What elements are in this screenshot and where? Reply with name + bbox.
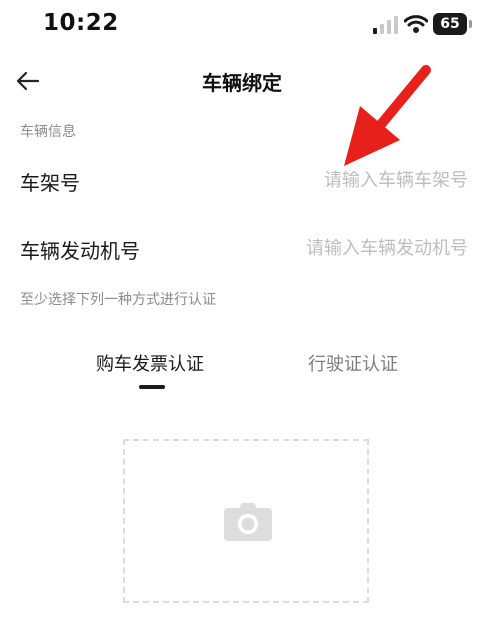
engine-number-input[interactable] xyxy=(218,232,468,264)
engine-number-row: 车辆发动机号 xyxy=(0,226,484,270)
photo-upload-area[interactable] xyxy=(123,439,369,603)
active-tab-indicator xyxy=(139,385,165,389)
verify-tabs: 购车发票认证 行驶证认证 xyxy=(0,340,484,392)
engine-number-label: 车辆发动机号 xyxy=(20,239,140,263)
status-bar: 10:22 65 xyxy=(0,0,484,52)
nav-bar: 车辆绑定 xyxy=(0,52,484,112)
signal-icon xyxy=(373,16,398,34)
frame-number-label: 车架号 xyxy=(20,171,80,195)
verify-method-label: 至少选择下列一种方式进行认证 xyxy=(20,292,216,308)
battery-icon: 65 xyxy=(433,13,473,35)
wifi-icon xyxy=(404,15,428,33)
tab-license-verification[interactable]: 行驶证认证 xyxy=(308,350,398,376)
frame-number-input[interactable] xyxy=(218,164,468,196)
vehicle-info-label: 车辆信息 xyxy=(20,124,76,140)
camera-icon xyxy=(224,503,272,541)
status-time: 10:22 xyxy=(43,10,119,36)
frame-number-row: 车架号 xyxy=(0,158,484,202)
tab-invoice-verification[interactable]: 购车发票认证 xyxy=(96,350,204,376)
battery-level: 65 xyxy=(440,16,460,32)
page-title: 车辆绑定 xyxy=(202,71,282,95)
